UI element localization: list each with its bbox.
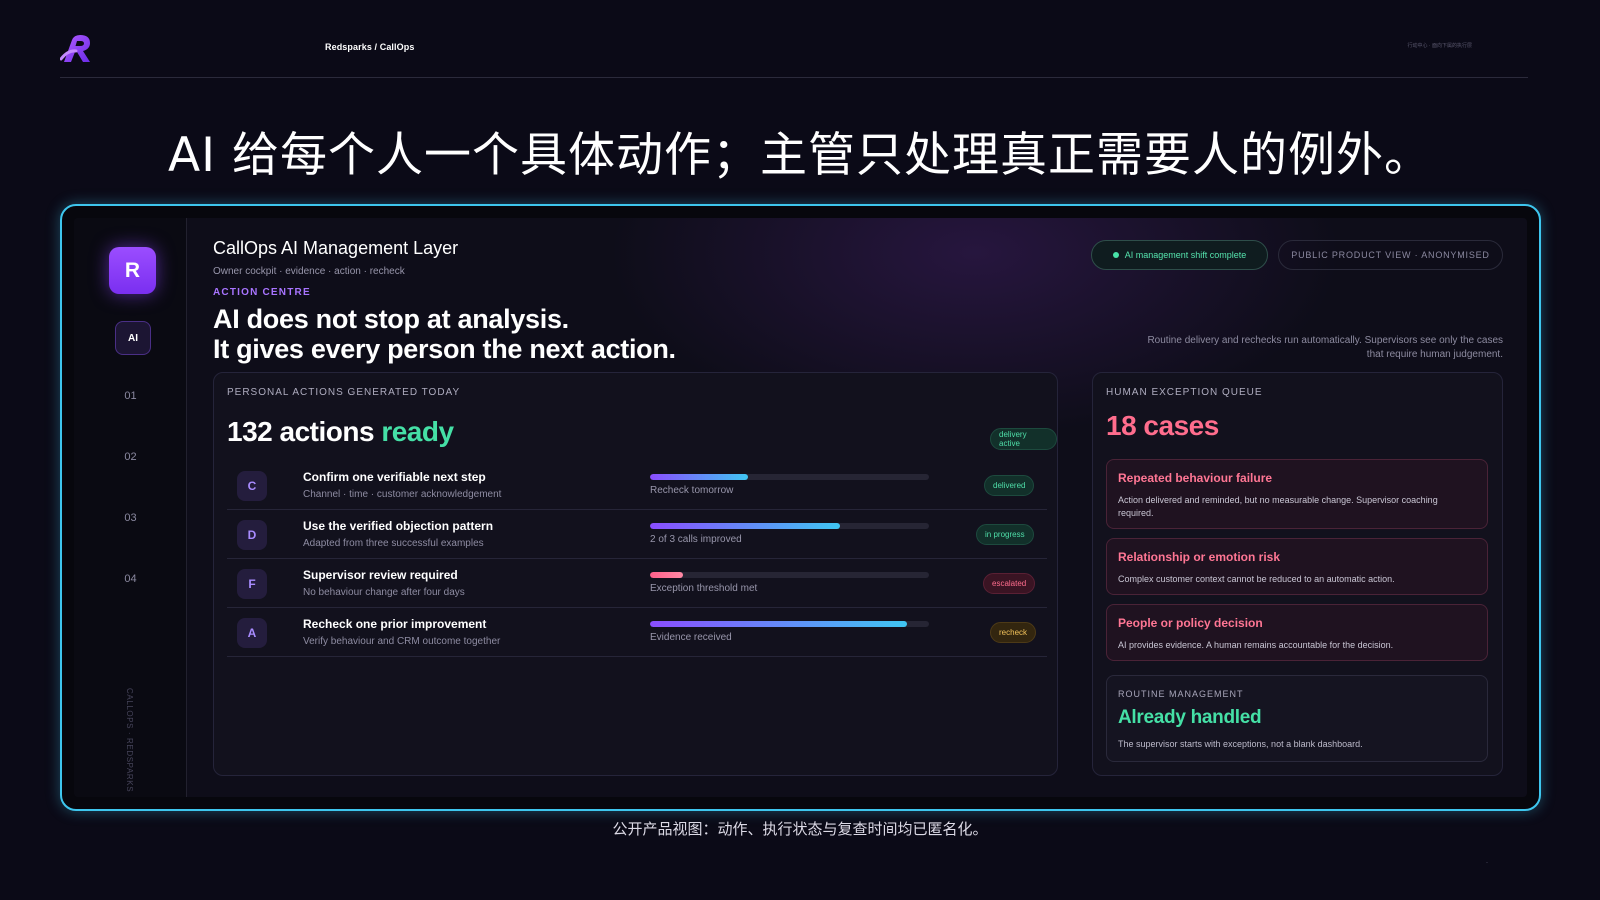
exception-body: AI provides evidence. A human remains ac… [1118, 640, 1394, 650]
top-divider [60, 77, 1528, 78]
exceptions-count: 18 cases [1106, 410, 1219, 441]
rail-item-04[interactable]: 04 [74, 573, 187, 585]
progress-label: Exception threshold met [650, 583, 758, 594]
status-badge: recheck [990, 622, 1037, 643]
action-title: Recheck one prior improvement [303, 617, 487, 631]
action-subtitle: No behaviour change after four days [303, 587, 465, 598]
slide-title: AI 给每个人一个具体动作；主管只处理真正需要人的例外。 [168, 128, 1432, 183]
routine-note-line-2: that require human judgement. [1366, 349, 1503, 360]
panel-label: PERSONAL ACTIONS GENERATED TODAY [227, 387, 461, 398]
delivery-status-badge: delivery active [990, 428, 1057, 450]
product-frame: R AI 01 02 03 04 CALLOPS · REDSPARKS Cal… [60, 204, 1541, 811]
exception-card[interactable]: People or policy decision AI provides ev… [1106, 604, 1488, 661]
routine-management-card: ROUTINE MANAGEMENT Already handled The s… [1106, 675, 1488, 762]
actions-count: 132 actions ready [227, 416, 454, 448]
rail-item-03[interactable]: 03 [74, 512, 187, 524]
exception-card[interactable]: Repeated behaviour failure Action delive… [1106, 459, 1488, 529]
progress-track [650, 621, 929, 627]
progress-fill [650, 621, 907, 627]
actions-list: C Confirm one verifiable next step Chann… [227, 461, 1047, 657]
action-title: Use the verified objection pattern [303, 519, 494, 533]
app-logo-button[interactable]: R [109, 247, 156, 294]
routine-note-line-1: Routine delivery and rechecks run automa… [1147, 335, 1503, 346]
status-badge: escalated [983, 573, 1036, 594]
action-subtitle: Verify behaviour and CRM outcome togethe… [303, 636, 501, 647]
exception-queue-panel: HUMAN EXCEPTION QUEUE 18 cases Repeated … [1092, 372, 1503, 776]
avatar: F [237, 569, 267, 599]
action-title: Confirm one verifiable next step [303, 470, 486, 484]
rail-vertical-label: CALLOPS · REDSPARKS [125, 688, 134, 793]
progress-label: Recheck tomorrow [650, 485, 734, 496]
exception-card[interactable]: Relationship or emotion risk Complex cus… [1106, 538, 1488, 595]
slide-caption: 公开产品视图：动作、执行状态与复查时间均已匿名化。 [612, 820, 988, 838]
exception-title: Relationship or emotion risk [1118, 550, 1281, 564]
progress-fill [650, 474, 748, 480]
exception-title: People or policy decision [1118, 616, 1263, 630]
exception-body: Complex customer context cannot be reduc… [1118, 574, 1395, 584]
headline-line-2: It gives every person the next action. [213, 334, 676, 364]
shift-status-label: AI management shift complete [1124, 250, 1247, 260]
action-subtitle: Channel · time · customer acknowledgemen… [303, 489, 502, 500]
routine-note: Routine delivery and rechecks run automa… [1103, 334, 1503, 362]
app-window: R AI 01 02 03 04 CALLOPS · REDSPARKS Cal… [74, 218, 1527, 797]
routine-label: ROUTINE MANAGEMENT [1118, 689, 1244, 699]
progress-track [650, 572, 929, 578]
action-row[interactable]: F Supervisor review required No behaviou… [227, 559, 1047, 608]
progress-label: Evidence received [650, 632, 732, 643]
section-label: ACTION CENTRE [213, 287, 311, 298]
actions-count-accent: ready [381, 416, 454, 447]
rail-item-01[interactable]: 01 [74, 390, 187, 402]
progress-track [650, 474, 929, 480]
progress-track [650, 523, 929, 529]
rail-item-ai[interactable]: AI [115, 321, 151, 355]
avatar: A [237, 618, 267, 648]
progress-fill [650, 523, 840, 529]
status-badge: delivered [984, 475, 1035, 496]
public-view-pill[interactable]: PUBLIC PRODUCT VIEW · ANONYMISED [1278, 240, 1503, 270]
actions-count-number: 132 actions [227, 416, 375, 447]
exception-body: Action delivered and reminded, but no me… [1118, 495, 1438, 518]
progress-fill [650, 572, 684, 578]
action-row[interactable]: D Use the verified objection pattern Ada… [227, 510, 1047, 559]
status-badge: in progress [976, 524, 1034, 545]
routine-headline: Already handled [1118, 707, 1262, 728]
action-subtitle: Adapted from three successful examples [303, 538, 484, 549]
action-row[interactable]: A Recheck one prior improvement Verify b… [227, 608, 1047, 657]
redsparks-logo-icon [60, 35, 90, 62]
action-row[interactable]: C Confirm one verifiable next step Chann… [227, 461, 1047, 510]
headline: AI does not stop at analysis. It gives e… [213, 304, 676, 364]
status-dot-icon [1112, 252, 1119, 258]
shift-status-pill[interactable]: AI management shift complete [1091, 240, 1268, 270]
corner-note: 行动中心 · 面向下属的执行层 [1407, 43, 1472, 49]
routine-body: The supervisor starts with exceptions, n… [1118, 739, 1363, 749]
avatar: D [237, 520, 267, 550]
headline-line-1: AI does not stop at analysis. [213, 304, 569, 334]
app-title: CallOps AI Management Layer [213, 238, 459, 258]
avatar: C [237, 471, 267, 501]
side-rail: R AI 01 02 03 04 CALLOPS · REDSPARKS [74, 218, 187, 797]
personal-actions-panel: PERSONAL ACTIONS GENERATED TODAY 132 act… [213, 372, 1058, 776]
action-title: Supervisor review required [303, 568, 458, 582]
app-subtitle: Owner cockpit · evidence · action · rech… [213, 266, 405, 277]
panel-label: HUMAN EXCEPTION QUEUE [1106, 387, 1263, 398]
breadcrumb: Redsparks / CallOps [325, 42, 415, 52]
progress-label: 2 of 3 calls improved [650, 534, 742, 545]
page-marker: - [1486, 860, 1488, 866]
exception-title: Repeated behaviour failure [1118, 471, 1273, 485]
rail-item-02[interactable]: 02 [74, 451, 187, 463]
